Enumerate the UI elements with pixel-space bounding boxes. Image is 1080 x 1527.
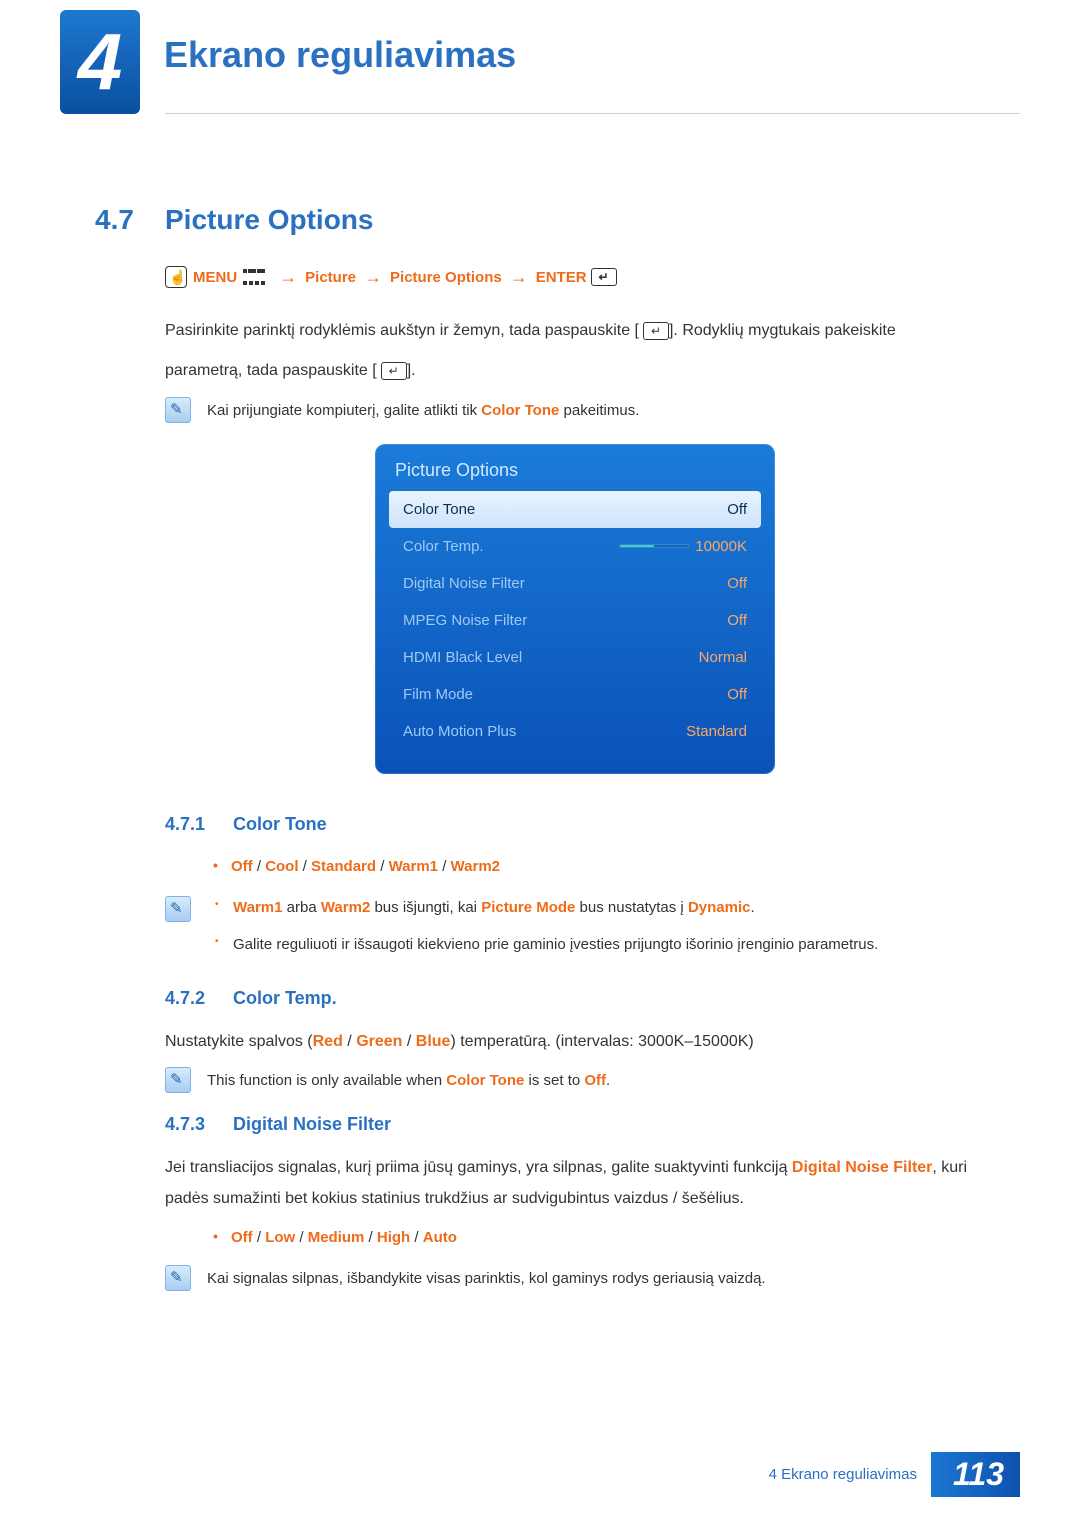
osd-item-value: Normal [699, 649, 747, 666]
arrow-icon: → [279, 267, 297, 288]
breadcrumb-picture: Picture [305, 269, 356, 286]
osd-slider: 10000K [619, 538, 747, 555]
enter-button-icon [381, 362, 407, 380]
breadcrumb-menu: MENU [193, 269, 237, 286]
osd-menu-item[interactable]: MPEG Noise Filter Off [389, 602, 761, 639]
note: Kai prijungiate kompiuterį, galite atlik… [165, 397, 985, 424]
osd-menu-item[interactable]: Color Temp. 10000K [389, 528, 761, 565]
note-icon [165, 1265, 191, 1291]
section-heading: 4.7 Picture Options [95, 204, 985, 236]
osd-item-label: Auto Motion Plus [403, 723, 516, 740]
breadcrumb-picture-options: Picture Options [390, 269, 502, 286]
osd-item-label: Color Tone [403, 501, 475, 518]
section-number: 4.7 [95, 204, 165, 236]
chapter-number: 4 [78, 22, 123, 102]
osd-item-label: HDMI Black Level [403, 649, 522, 666]
note-bullet: Galite reguliuoti ir išsaugoti kiekvieno… [207, 931, 985, 958]
subsection-heading: 4.7.3 Digital Noise Filter [165, 1114, 985, 1135]
osd-item-value: Standard [686, 723, 747, 740]
osd-item-value: 10000K [695, 538, 747, 555]
osd-menu-item[interactable]: Auto Motion Plus Standard [389, 713, 761, 750]
osd-item-value: Off [727, 501, 747, 518]
note-text: This function is only available when Col… [207, 1067, 610, 1094]
osd-item-value: Off [727, 575, 747, 592]
footer-chapter-label: 4 Ekrano reguliavimas [769, 1466, 917, 1483]
menu-grid-icon [243, 269, 265, 285]
note: Kai signalas silpnas, išbandykite visas … [165, 1265, 985, 1292]
subsection-heading: 4.7.1 Color Tone [165, 814, 985, 835]
osd-item-label: Film Mode [403, 686, 473, 703]
subsection-title: Color Temp. [233, 988, 337, 1009]
note-bullet: Warm1 arba Warm2 bus išjungti, kai Pictu… [207, 894, 985, 921]
intro-paragraph-2: parametrą, tada paspauskite []. [165, 356, 985, 386]
chapter-title: Ekrano reguliavimas [164, 10, 516, 76]
subsection-number: 4.7.2 [165, 988, 233, 1009]
subsection-title: Color Tone [233, 814, 327, 835]
osd-item-label: MPEG Noise Filter [403, 612, 527, 629]
intro-paragraph: Pasirinkite parinktį rodyklėmis aukštyn … [165, 316, 985, 346]
footer-page-number: 113 [931, 1452, 1020, 1497]
arrow-icon: → [510, 267, 528, 288]
subsection-heading: 4.7.2 Color Temp. [165, 988, 985, 1009]
subsection-number: 4.7.1 [165, 814, 233, 835]
note-icon [165, 896, 191, 922]
section-title: Picture Options [165, 204, 373, 236]
chapter-header: 4 Ekrano reguliavimas [0, 0, 1080, 114]
body-text: Jei transliacijos signalas, kurį priima … [165, 1153, 985, 1214]
osd-menu-item[interactable]: HDMI Black Level Normal [389, 639, 761, 676]
osd-menu-item[interactable]: Film Mode Off [389, 676, 761, 713]
note-icon [165, 397, 191, 423]
page-footer: 4 Ekrano reguliavimas 113 [769, 1452, 1020, 1497]
chapter-number-box: 4 [60, 10, 140, 114]
note-icon [165, 1067, 191, 1093]
osd-item-label: Color Temp. [403, 538, 484, 555]
osd-item-value: Off [727, 612, 747, 629]
osd-item-label: Digital Noise Filter [403, 575, 525, 592]
osd-item-value: Off [727, 686, 747, 703]
note-text: Kai signalas silpnas, išbandykite visas … [207, 1265, 766, 1292]
osd-menu-item[interactable]: Color Tone Off [389, 491, 761, 528]
enter-button-icon [643, 322, 669, 340]
remote-hand-icon [165, 266, 187, 288]
note: This function is only available when Col… [165, 1067, 985, 1094]
osd-menu-item[interactable]: Digital Noise Filter Off [389, 565, 761, 602]
arrow-icon: → [364, 267, 382, 288]
subsection-title: Digital Noise Filter [233, 1114, 391, 1135]
breadcrumb-enter: ENTER [536, 269, 587, 286]
option-list: Off / Low / Medium / High / Auto [205, 1224, 985, 1251]
enter-button-icon [591, 268, 617, 286]
menu-breadcrumb: MENU → Picture → Picture Options → ENTER [165, 266, 985, 288]
body-text: Nustatykite spalvos (Red / Green / Blue)… [165, 1027, 985, 1057]
osd-panel: Picture Options Color Tone Off Color Temp.… [375, 444, 775, 774]
option-list: Off / Cool / Standard / Warm1 / Warm2 [205, 853, 985, 880]
subsection-number: 4.7.3 [165, 1114, 233, 1135]
note-text: Kai prijungiate kompiuterį, galite atlik… [207, 397, 639, 424]
osd-title: Picture Options [389, 456, 761, 491]
